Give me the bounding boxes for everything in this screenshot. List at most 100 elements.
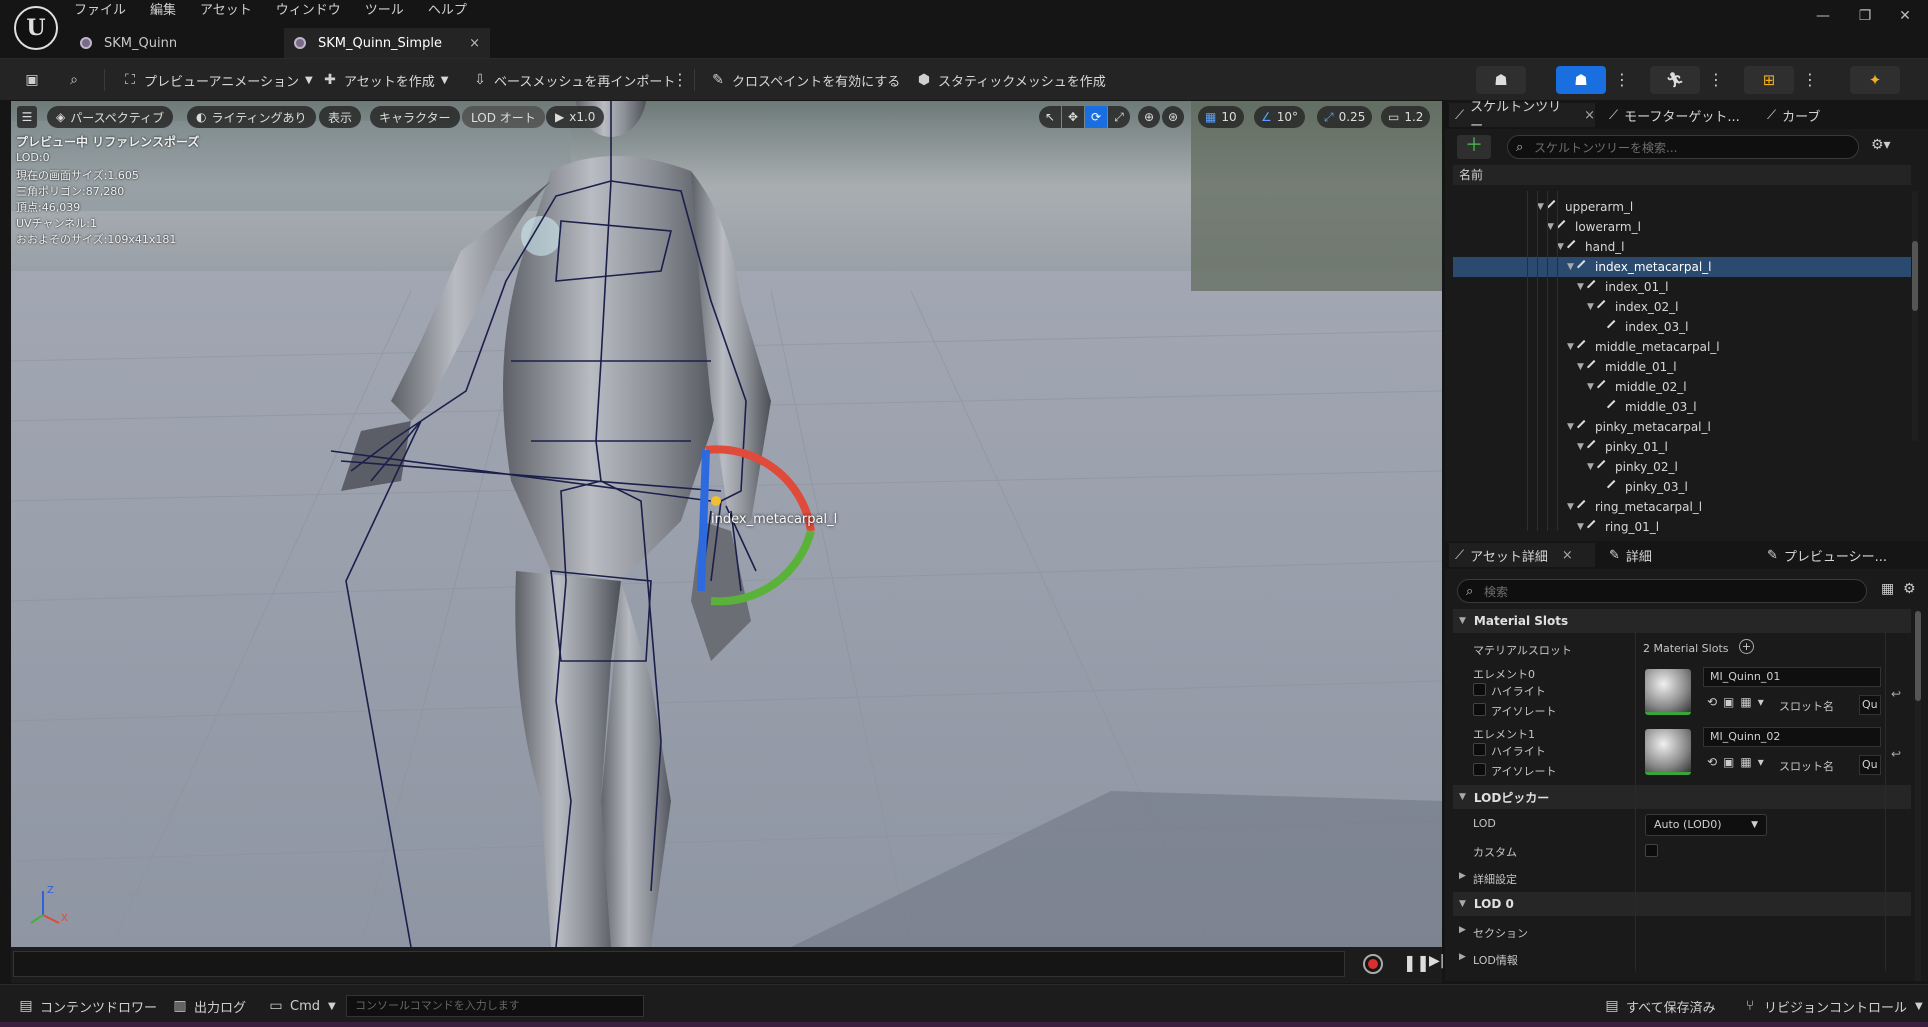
details-scrollbar[interactable] <box>1915 611 1921 981</box>
camera-speed-button[interactable]: ▭ 1.2 <box>1381 106 1431 128</box>
table-view-icon[interactable]: ▦ <box>1881 581 1894 597</box>
show-button[interactable]: 表示 <box>319 106 362 128</box>
blueprint-mode-button[interactable]: ⊞ <box>1744 66 1794 94</box>
expand-arrow-icon[interactable]: ▼ <box>1567 342 1577 352</box>
close-window-button[interactable]: ✕ <box>1890 6 1920 26</box>
bone-row[interactable]: ▼ pinky_02_l <box>1453 457 1911 477</box>
cmd-dropdown[interactable]: ▭ Cmd ▼ <box>268 995 335 1017</box>
mode-options-kebab[interactable]: ⋮ <box>1614 66 1630 94</box>
tab-skm-quinn[interactable]: SKM_Quinn <box>70 28 280 58</box>
output-log-button[interactable]: ▥ 出力ログ <box>172 995 246 1017</box>
sections-label[interactable]: セクション <box>1473 925 1528 941</box>
element-1-highlight-checkbox[interactable] <box>1473 743 1486 756</box>
console-command-input[interactable]: コンソールコマンドを入力します <box>346 995 644 1017</box>
grid-snap-button[interactable]: ▦ 10 <box>1198 106 1244 128</box>
timeline-scrubber[interactable] <box>13 951 1345 977</box>
revision-control-button[interactable]: ⑂ リビジョンコントロール ▼ <box>1742 995 1923 1017</box>
menu-file[interactable]: ファイル <box>62 0 138 22</box>
lod0-section[interactable]: ▼ LOD 0 <box>1453 892 1911 916</box>
material-slots-section[interactable]: ▼ Material Slots <box>1453 609 1911 633</box>
select-mode-button[interactable]: ↖ <box>1039 106 1061 128</box>
rotate-mode-button[interactable]: ⟳ <box>1085 106 1107 128</box>
chevron-right-icon[interactable]: ▶ <box>1459 871 1466 881</box>
tree-scrollbar[interactable] <box>1912 191 1918 441</box>
menu-help[interactable]: ヘルプ <box>416 0 479 22</box>
tab-details[interactable]: ✎ 詳細 <box>1609 543 1652 567</box>
expand-arrow-icon[interactable]: ▼ <box>1567 422 1577 432</box>
bone-row[interactable]: ▼ ring_01_l <box>1453 517 1911 537</box>
unreal-logo-icon[interactable]: U <box>14 6 58 50</box>
bone-row[interactable]: middle_03_l <box>1453 397 1911 417</box>
chevron-right-icon[interactable]: ▶ <box>1459 925 1466 935</box>
translate-mode-button[interactable]: ✥ <box>1062 106 1084 128</box>
add-socket-button[interactable]: ＋ <box>1457 135 1491 159</box>
close-tab-icon[interactable]: × <box>469 36 480 51</box>
skeleton-search-input[interactable]: ⌕ スケルトンツリーを検索... <box>1507 135 1859 159</box>
material-1-field[interactable]: MI_Quinn_02 <box>1703 727 1881 747</box>
lighting-button[interactable]: ◐ ライティングあり <box>187 106 316 128</box>
details-search-input[interactable]: ⌕ 検索 <box>1457 579 1867 603</box>
expand-arrow-icon[interactable]: ▼ <box>1577 362 1587 372</box>
rotation-snap-button[interactable]: ∠ 10° <box>1254 106 1306 128</box>
material-thumbnail-1[interactable] <box>1645 729 1691 775</box>
expand-arrow-icon[interactable]: ▼ <box>1557 242 1567 252</box>
expand-arrow-icon[interactable]: ▼ <box>1587 382 1597 392</box>
gizmo-pivot[interactable] <box>711 496 721 506</box>
expand-arrow-icon[interactable]: ▼ <box>1567 502 1577 512</box>
material-thumbnail-0[interactable] <box>1645 669 1691 715</box>
close-tab-icon[interactable]: × <box>1584 108 1595 123</box>
material-0-actions[interactable]: ⟲▣▦▾ <box>1707 695 1770 709</box>
expand-arrow-icon[interactable]: ▼ <box>1537 202 1547 212</box>
bone-row[interactable]: ▼ middle_01_l <box>1453 357 1911 377</box>
character-button[interactable]: キャラクター <box>370 106 460 128</box>
element-0-highlight-checkbox[interactable] <box>1473 683 1486 696</box>
tab-preview-scene[interactable]: ✎ プレビューシー... <box>1767 543 1887 567</box>
bone-row[interactable]: ▼ ring_metacarpal_l <box>1453 497 1911 517</box>
scale-mode-button[interactable]: ⤢ <box>1108 106 1130 128</box>
reset-icon[interactable]: ↩ <box>1891 687 1901 701</box>
preview-viewport[interactable]: Z X index_metacarpal_l ☰ ◈ パースペクティブ ◐ ライティ… <box>11 101 1442 947</box>
menu-window[interactable]: ウィンドウ <box>264 0 353 22</box>
lod-dropdown[interactable]: Auto (LOD0) ▼ <box>1645 814 1767 836</box>
material-0-field[interactable]: MI_Quinn_01 <box>1703 667 1881 687</box>
blueprint-options-kebab[interactable]: ⋮ <box>1802 66 1818 94</box>
custom-checkbox[interactable] <box>1645 844 1658 857</box>
chevron-right-icon[interactable]: ▶ <box>1459 952 1466 962</box>
add-material-slot-icon[interactable]: + <box>1739 639 1754 654</box>
tree-scrollbar-thumb[interactable] <box>1912 241 1918 311</box>
physics-mode-button[interactable]: ✦ <box>1850 66 1900 94</box>
details-scrollbar-thumb[interactable] <box>1915 611 1921 701</box>
expand-arrow-icon[interactable]: ▼ <box>1587 302 1597 312</box>
material-1-actions[interactable]: ⟲▣▦▾ <box>1707 755 1770 769</box>
element-1-isolate-checkbox[interactable] <box>1473 763 1486 776</box>
element-0-isolate-checkbox[interactable] <box>1473 703 1486 716</box>
tab-asset-details[interactable]: ⟋ アセット詳細 × <box>1449 543 1595 567</box>
advanced-settings-label[interactable]: 詳細設定 <box>1473 871 1517 887</box>
lod-info-label[interactable]: LOD情報 <box>1473 952 1518 968</box>
mesh-mode-button[interactable]: ☗ <box>1556 66 1606 94</box>
bone-row[interactable]: ▼ index_metacarpal_l <box>1453 257 1911 277</box>
bone-row[interactable]: ▼ index_02_l <box>1453 297 1911 317</box>
expand-arrow-icon[interactable]: ▼ <box>1577 282 1587 292</box>
preview-animation-button[interactable]: ⛶ プレビューアニメーション ▼ <box>122 67 313 93</box>
element-0-slot-name-input[interactable]: Qu <box>1859 695 1881 715</box>
bone-row[interactable]: ▼ index_01_l <box>1453 277 1911 297</box>
lod-picker-section[interactable]: ▼ LODピッカー <box>1453 785 1911 809</box>
perspective-button[interactable]: ◈ パースペクティブ <box>47 106 174 128</box>
restore-button[interactable]: ❐ <box>1850 6 1880 26</box>
pause-button[interactable]: ❚❚ <box>1403 953 1430 972</box>
coordinate-space-button[interactable]: ⊕ <box>1138 106 1160 128</box>
reimport-base-mesh-button[interactable]: ⇩ ベースメッシュを再インポート <box>472 67 675 93</box>
reset-icon[interactable]: ↩ <box>1891 747 1901 761</box>
lod-auto-button[interactable]: LOD オート <box>462 106 545 128</box>
record-button[interactable] <box>1363 954 1383 974</box>
expand-arrow-icon[interactable]: ▼ <box>1547 222 1557 232</box>
menu-edit[interactable]: 編集 <box>138 0 188 22</box>
expand-arrow-icon[interactable]: ▼ <box>1567 262 1577 272</box>
settings-gear-icon[interactable]: ⚙ <box>1903 581 1916 597</box>
next-frame-button[interactable]: ▶| <box>1429 953 1444 969</box>
viewport-menu-button[interactable]: ☰ <box>17 106 37 128</box>
play-rate-button[interactable]: ▶ x1.0 <box>546 106 605 128</box>
content-drawer-button[interactable]: ▤ コンテンツドロワー <box>18 995 157 1017</box>
animation-mode-button[interactable]: 🏃︎ <box>1650 66 1700 94</box>
